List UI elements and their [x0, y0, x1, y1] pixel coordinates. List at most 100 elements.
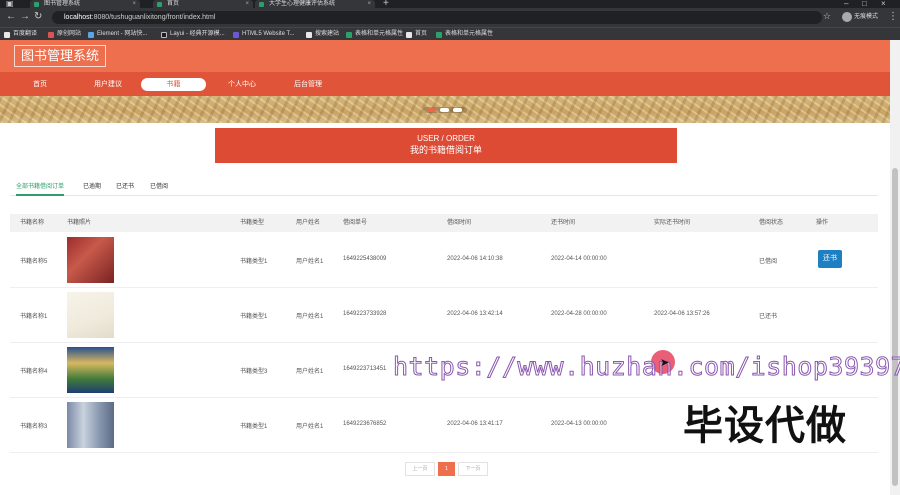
column-header: 实际还书时间 [654, 220, 691, 226]
tab-borrowed[interactable]: 已借阅 [150, 183, 168, 196]
column-header: 书籍类型 [240, 220, 265, 226]
actual-return-cell: 2022-04-06 13:57:26 [654, 311, 710, 317]
prev-page-button[interactable]: 上一页 [405, 462, 435, 476]
carousel-dot[interactable] [453, 108, 462, 112]
bookmark-item[interactable]: 百度翻译 [4, 30, 37, 39]
bookmark-item[interactable]: 首页 [406, 30, 427, 39]
table-row: 书籍名称1 书籍类型1 用户姓名1 1649223733928 2022-04-… [10, 288, 878, 343]
profile-label[interactable]: 无痕模式 [842, 12, 878, 22]
book-type-cell: 书籍类型1 [240, 259, 268, 265]
order-no-cell: 1649225438009 [343, 256, 387, 262]
address-bar-row: ← → ↻ localhost:8080/tushuguanlixitong/f… [0, 8, 900, 27]
book-name-cell: 书籍名称5 [20, 259, 48, 265]
site-logo[interactable]: 图书管理系统 [14, 45, 106, 67]
return-time-cell: 2022-04-28 00:00:00 [551, 311, 607, 317]
user-name-cell: 用户姓名1 [296, 314, 324, 320]
return-time-cell: 2022-04-14 00:00:00 [551, 256, 607, 262]
column-header: 操作 [816, 220, 829, 226]
borrow-time-cell: 2022-04-06 13:41:17 [447, 421, 503, 427]
more-menu-icon[interactable]: ⋮ [888, 11, 898, 22]
bookmark-star-icon[interactable]: ☆ [823, 11, 831, 22]
nav-profile[interactable]: 个人中心 [220, 78, 264, 91]
bookmark-item[interactable]: 表格和单元格属性 [346, 30, 403, 39]
borrow-time-cell: 2022-04-06 13:42:14 [447, 311, 503, 317]
column-header: 书籍照片 [67, 220, 92, 226]
column-header: 借阅时间 [447, 220, 472, 226]
browser-tab[interactable]: 图书管理系统 × [30, 0, 140, 8]
nav-home[interactable]: 首页 [18, 78, 62, 91]
minimize-icon[interactable]: – [844, 0, 848, 8]
status-cell: 已还书 [759, 314, 778, 320]
bookmark-item[interactable]: 原创网站 [48, 30, 81, 39]
status-cell: 已借阅 [759, 259, 778, 265]
carousel-indicator [423, 107, 467, 113]
tab-overdue[interactable]: 已逾期 [83, 183, 101, 196]
reload-icon[interactable]: ↻ [34, 11, 42, 22]
browser-tab[interactable]: 首页 × [153, 0, 253, 8]
bookmark-item[interactable]: Element - 网站快... [88, 30, 147, 39]
column-header: 书籍名称 [20, 220, 45, 226]
book-name-cell: 书籍名称4 [20, 369, 48, 375]
column-header: 用户姓名 [296, 220, 321, 226]
maximize-icon[interactable]: □ [862, 0, 867, 8]
order-no-cell: 1649223713451 [343, 366, 387, 372]
tab-close-icon[interactable]: × [245, 0, 249, 8]
page-scrollbar-thumb[interactable] [892, 168, 898, 486]
bookmark-item[interactable]: HTML5 Website T... [233, 30, 294, 39]
tab-favicon-icon [157, 1, 162, 7]
return-time-cell: 2022-04-13 00:00:00 [551, 421, 607, 427]
book-cover [67, 402, 114, 448]
bookmarks-bar: 百度翻译 原创网站 Element - 网站快... Layui - 经典开源模… [0, 27, 900, 40]
order-title-cn: 我的书籍借阅订单 [409, 145, 482, 155]
user-name-cell: 用户姓名1 [296, 259, 324, 265]
nav-admin[interactable]: 后台管理 [286, 78, 330, 91]
tab-favicon-icon [259, 1, 264, 7]
book-cover [67, 347, 114, 393]
book-type-cell: 书籍类型3 [240, 369, 268, 375]
user-name-cell: 用户姓名1 [296, 424, 324, 430]
column-header: 借阅状态 [759, 220, 784, 226]
order-no-cell: 1649223733928 [343, 311, 387, 317]
tab-all-orders[interactable]: 全部书籍借阅订单 [16, 183, 65, 196]
tab-close-icon[interactable]: × [132, 0, 136, 8]
column-header: 还书时间 [551, 220, 576, 226]
column-header: 借阅单号 [343, 220, 368, 226]
carousel-dot[interactable] [427, 108, 436, 112]
forward-icon[interactable]: → [20, 11, 30, 22]
book-cover [67, 292, 114, 338]
nav-books[interactable]: 书籍 [141, 78, 206, 91]
book-name-cell: 书籍名称1 [20, 314, 48, 320]
site-header: 图书管理系统 [0, 40, 890, 72]
overlay-stamp-text: 毕设代做 [683, 404, 847, 448]
next-page-button[interactable]: 下一页 [458, 462, 488, 476]
browser-tab-strip: ▣ 图书管理系统 × 首页 × 大学生心理健康评估系统 × + – □ × [0, 0, 900, 9]
order-no-cell: 1649223676852 [343, 421, 387, 427]
window-close-icon[interactable]: × [881, 0, 886, 8]
page-number-button[interactable]: 1 [438, 462, 455, 476]
user-name-cell: 用户姓名1 [296, 369, 324, 375]
borrow-time-cell: 2022-04-06 14:10:38 [447, 256, 503, 262]
carousel-dot[interactable] [440, 108, 449, 112]
book-type-cell: 书籍类型1 [240, 314, 268, 320]
bookmark-item[interactable]: Layui - 经典开源模... [161, 30, 225, 39]
browser-menu-icon[interactable]: ▣ [6, 0, 14, 8]
bookmark-item[interactable]: 表格和单元格属性 [436, 30, 493, 39]
bookmark-item[interactable]: 搜索建站 [306, 30, 339, 39]
book-type-cell: 书籍类型1 [240, 424, 268, 430]
browser-tab[interactable]: 大学生心理健康评估系统 × [255, 0, 375, 8]
return-book-button[interactable]: 还书 [818, 250, 842, 268]
table-row: 书籍名称5 书籍类型1 用户姓名1 1649225438009 2022-04-… [10, 233, 878, 288]
table-header: 书籍名称 书籍照片 书籍类型 用户姓名 借阅单号 借阅时间 还书时间 实际还书时… [10, 214, 878, 232]
url-input[interactable]: localhost:8080/tushuguanlixitong/front/i… [52, 11, 822, 24]
tab-favicon-icon [34, 1, 39, 7]
watermark-text: https://www.huzhan.com/ishop39397 [392, 352, 900, 382]
main-nav: 首页 用户建议 书籍 个人中心 后台管理 [0, 72, 890, 96]
tab-close-icon[interactable]: × [367, 0, 371, 8]
book-name-cell: 书籍名称3 [20, 424, 48, 430]
tab-returned[interactable]: 已还书 [116, 183, 134, 196]
order-filter-tabs: 全部书籍借阅订单 已逾期 已还书 已借阅 [10, 180, 878, 196]
back-icon[interactable]: ← [6, 11, 16, 22]
nav-suggestion[interactable]: 用户建议 [86, 78, 130, 91]
mouse-pointer-icon: ➤ [660, 357, 670, 369]
order-title-en: USER / ORDER [417, 134, 475, 143]
